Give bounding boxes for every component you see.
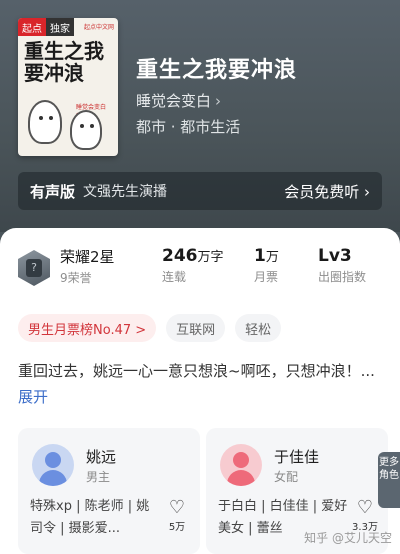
- avatar: [32, 444, 74, 486]
- level-value: Lv3: [318, 246, 352, 266]
- words-label: 连载: [162, 270, 187, 284]
- words-unit: 万字: [197, 250, 224, 265]
- like-count: 5万: [168, 522, 186, 533]
- honor-medal-icon: ?: [18, 250, 50, 286]
- tag-chips: 男生月票榜No.47 > 互联网 轻松: [18, 314, 282, 342]
- cover-title: 重生之我要冲浪: [24, 39, 104, 85]
- like-button[interactable]: ♡ 3.3万: [352, 497, 378, 534]
- description-text: 重回过去，姚远一心一意只想浪~啊呸，只想冲浪！...: [18, 362, 375, 380]
- stats-row: ? 荣耀2星 9荣誉 246万字 连载 1万 月票 Lv3 出圈指数: [18, 246, 382, 290]
- tag-chip-relaxed[interactable]: 轻松: [235, 314, 282, 342]
- character-role: 女配: [274, 470, 299, 484]
- cover-publisher: 起点中文网: [83, 24, 114, 31]
- audio-narrator: 文强先生演播: [83, 184, 168, 200]
- free-listen-button[interactable]: 会员免费听 ›: [284, 181, 370, 202]
- honor-title: 荣耀2星: [60, 248, 115, 266]
- character-tags: 特殊xp | 陈老师 | 姚司令 | 摄影爱...: [30, 499, 150, 536]
- avatar: [220, 444, 262, 486]
- words-value: 246: [162, 246, 198, 266]
- expand-link[interactable]: 展开: [18, 388, 48, 406]
- honor-stat[interactable]: 荣耀2星 9荣誉: [60, 246, 162, 290]
- book-genre[interactable]: 都市 · 都市生活: [136, 116, 240, 137]
- ghost-illustration: [70, 110, 102, 150]
- cover-badge: 起点 独家: [18, 18, 74, 36]
- words-stat: 246万字 连载: [162, 246, 224, 285]
- character-name: 姚远: [86, 448, 117, 466]
- character-role: 男主: [86, 470, 111, 484]
- tickets-value: 1: [254, 246, 266, 266]
- level-stat[interactable]: Lv3 出圈指数: [318, 246, 366, 285]
- rank-chip[interactable]: 男生月票榜No.47 >: [18, 314, 157, 342]
- watermark: 知乎 @艾儿天空: [304, 531, 392, 545]
- tickets-unit: 万: [265, 250, 279, 265]
- heart-icon: ♡: [168, 497, 186, 518]
- book-header: 起点 独家 起点中文网 重生之我要冲浪 睡觉会变白 著 重生之我要冲浪 睡觉会变…: [0, 0, 400, 232]
- book-cover[interactable]: 起点 独家 起点中文网 重生之我要冲浪 睡觉会变白 著: [18, 18, 118, 156]
- character-card[interactable]: 姚远 男主 特殊xp | 陈老师 | 姚司令 | 摄影爱... ♡ 5万: [18, 428, 200, 554]
- like-button[interactable]: ♡ 5万: [164, 497, 190, 534]
- honor-sub: 9荣誉: [60, 271, 92, 285]
- ghost-illustration: [28, 100, 62, 144]
- tickets-stat[interactable]: 1万 月票: [254, 246, 279, 285]
- book-description: 重回过去，姚远一心一意只想浪~啊呸，只想冲浪！... 展开: [18, 358, 382, 410]
- badge-brand: 起点: [18, 18, 46, 36]
- level-label: 出圈指数: [318, 270, 367, 284]
- audio-version-bar[interactable]: 有声版 文强先生演播 会员免费听 ›: [18, 172, 382, 210]
- audio-label: 有声版: [30, 182, 76, 201]
- badge-exclusive: 独家: [46, 18, 74, 36]
- book-title: 重生之我要冲浪: [136, 58, 298, 83]
- author-link[interactable]: 睡觉会变白 ›: [136, 90, 221, 111]
- more-characters-button[interactable]: 更多角色: [378, 452, 400, 508]
- tickets-label: 月票: [254, 270, 279, 284]
- chevron-right-icon: ›: [215, 92, 222, 110]
- character-name: 于佳佳: [274, 448, 320, 466]
- heart-icon: ♡: [356, 497, 374, 518]
- tag-chip-internet[interactable]: 互联网: [166, 314, 226, 342]
- author-name: 睡觉会变白: [136, 92, 212, 110]
- detail-card: ? 荣耀2星 9荣誉 246万字 连载 1万 月票 Lv3 出圈指数 男生月票榜…: [0, 228, 400, 554]
